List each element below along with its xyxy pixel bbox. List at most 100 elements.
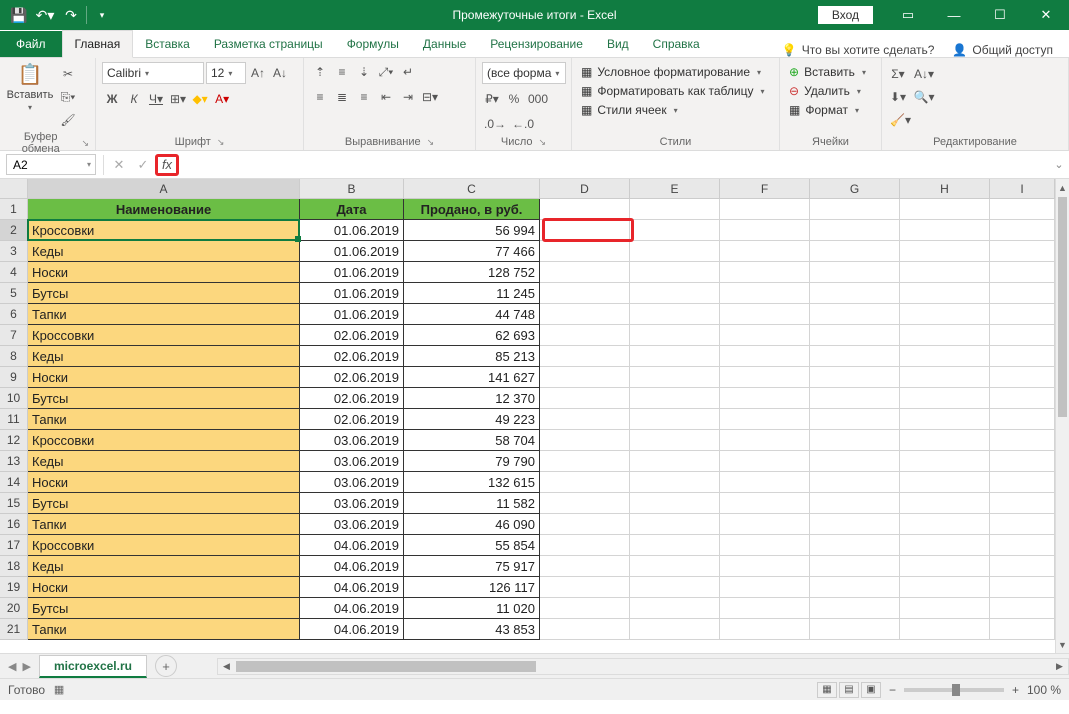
cell[interactable] <box>720 388 810 409</box>
cell[interactable]: 126 117 <box>404 577 540 598</box>
cell[interactable]: 128 752 <box>404 262 540 283</box>
col-header-H[interactable]: H <box>900 179 990 199</box>
cell-styles-button[interactable]: ▦Стили ячеек▾ <box>578 102 768 118</box>
col-header-F[interactable]: F <box>720 179 810 199</box>
delete-cells-button[interactable]: ⊖Удалить▾ <box>786 83 869 99</box>
cell[interactable] <box>540 346 630 367</box>
cell[interactable] <box>720 241 810 262</box>
align-bottom-icon[interactable]: ⇣ <box>354 62 374 82</box>
cell[interactable] <box>630 577 720 598</box>
qat-more-icon[interactable]: ▾ <box>91 4 113 26</box>
row-header[interactable]: 3 <box>0 241 28 262</box>
cell[interactable] <box>810 493 900 514</box>
cell[interactable] <box>810 262 900 283</box>
sort-filter-icon[interactable]: A↓▾ <box>910 64 938 84</box>
percent-icon[interactable]: % <box>504 89 524 109</box>
cell[interactable]: Кеды <box>28 556 300 577</box>
comma-icon[interactable]: 000 <box>526 89 550 109</box>
cell[interactable] <box>630 325 720 346</box>
paste-button[interactable]: 📋Вставить▾ <box>6 62 54 112</box>
align-right-icon[interactable]: ≡ <box>354 87 374 107</box>
currency-icon[interactable]: ₽▾ <box>482 89 502 109</box>
cell[interactable]: 03.06.2019 <box>300 493 404 514</box>
cell[interactable]: Носки <box>28 262 300 283</box>
cell[interactable] <box>900 346 990 367</box>
cell[interactable] <box>810 325 900 346</box>
expand-formula-icon[interactable]: ⌄ <box>1049 158 1069 171</box>
cell[interactable]: Тапки <box>28 409 300 430</box>
align-center-icon[interactable]: ≣ <box>332 87 352 107</box>
row-header[interactable]: 1 <box>0 199 28 220</box>
cell[interactable]: Кеды <box>28 346 300 367</box>
row-header[interactable]: 12 <box>0 430 28 451</box>
cell[interactable]: 01.06.2019 <box>300 304 404 325</box>
cell[interactable] <box>990 430 1055 451</box>
cell[interactable]: Тапки <box>28 619 300 640</box>
format-as-table-button[interactable]: ▦Форматировать как таблицу▾ <box>578 83 768 99</box>
cell[interactable] <box>810 619 900 640</box>
cell[interactable] <box>630 409 720 430</box>
cell[interactable] <box>810 556 900 577</box>
cell[interactable] <box>990 220 1055 241</box>
cell[interactable]: Кроссовки <box>28 430 300 451</box>
cell[interactable] <box>540 325 630 346</box>
format-cells-button[interactable]: ▦Формат▾ <box>786 102 869 118</box>
cell[interactable] <box>630 535 720 556</box>
cell[interactable] <box>900 514 990 535</box>
row-header[interactable]: 8 <box>0 346 28 367</box>
cell[interactable]: 01.06.2019 <box>300 220 404 241</box>
cell[interactable] <box>990 409 1055 430</box>
cell[interactable]: Бутсы <box>28 493 300 514</box>
cell[interactable]: 03.06.2019 <box>300 514 404 535</box>
tab-data[interactable]: Данные <box>411 31 478 57</box>
cell[interactable] <box>540 283 630 304</box>
insert-cells-button[interactable]: ⊕Вставить▾ <box>786 64 869 80</box>
cell[interactable] <box>720 430 810 451</box>
conditional-formatting-button[interactable]: ▦Условное форматирование▾ <box>578 64 768 80</box>
cell[interactable]: 11 020 <box>404 598 540 619</box>
scroll-down-icon[interactable]: ▼ <box>1056 636 1069 653</box>
cell[interactable]: 46 090 <box>404 514 540 535</box>
cell[interactable]: 141 627 <box>404 367 540 388</box>
tab-help[interactable]: Справка <box>641 31 712 57</box>
decrease-decimal-icon[interactable]: ←.0 <box>510 114 536 134</box>
cell[interactable]: 132 615 <box>404 472 540 493</box>
cell[interactable] <box>810 577 900 598</box>
cell[interactable]: Кеды <box>28 241 300 262</box>
cell[interactable] <box>720 472 810 493</box>
cell[interactable]: Кроссовки <box>28 535 300 556</box>
cell[interactable] <box>630 556 720 577</box>
row-header[interactable]: 10 <box>0 388 28 409</box>
scroll-right-icon[interactable]: ▶ <box>1051 659 1068 674</box>
col-header-E[interactable]: E <box>630 179 720 199</box>
cell[interactable] <box>630 472 720 493</box>
cell[interactable]: 04.06.2019 <box>300 535 404 556</box>
cell[interactable] <box>540 556 630 577</box>
maximize-icon[interactable]: ☐ <box>977 0 1023 30</box>
cell[interactable] <box>720 283 810 304</box>
cell[interactable] <box>900 262 990 283</box>
cell[interactable] <box>630 241 720 262</box>
cell[interactable] <box>900 241 990 262</box>
cell[interactable] <box>630 619 720 640</box>
fill-color-icon[interactable]: ◆▾ <box>190 89 210 109</box>
cell[interactable] <box>900 304 990 325</box>
cell[interactable] <box>540 619 630 640</box>
page-layout-view-icon[interactable]: ▤ <box>839 682 859 698</box>
cell[interactable] <box>720 493 810 514</box>
cell[interactable] <box>900 367 990 388</box>
horizontal-scrollbar[interactable]: ◀ ▶ <box>217 658 1069 675</box>
cells-area[interactable]: НаименованиеДатаПродано, в руб.Кроссовки… <box>28 199 1055 653</box>
cell[interactable] <box>720 262 810 283</box>
cell[interactable] <box>540 409 630 430</box>
zoom-slider[interactable] <box>904 688 1004 692</box>
cell[interactable]: 01.06.2019 <box>300 262 404 283</box>
cell[interactable]: 02.06.2019 <box>300 325 404 346</box>
col-header-A[interactable]: A <box>28 179 300 199</box>
cell[interactable]: Тапки <box>28 514 300 535</box>
share-button[interactable]: 👤Общий доступ <box>952 43 1053 57</box>
launcher-icon[interactable]: ↘ <box>427 137 435 148</box>
row-header[interactable]: 4 <box>0 262 28 283</box>
cell[interactable] <box>540 199 630 220</box>
cell[interactable] <box>630 199 720 220</box>
